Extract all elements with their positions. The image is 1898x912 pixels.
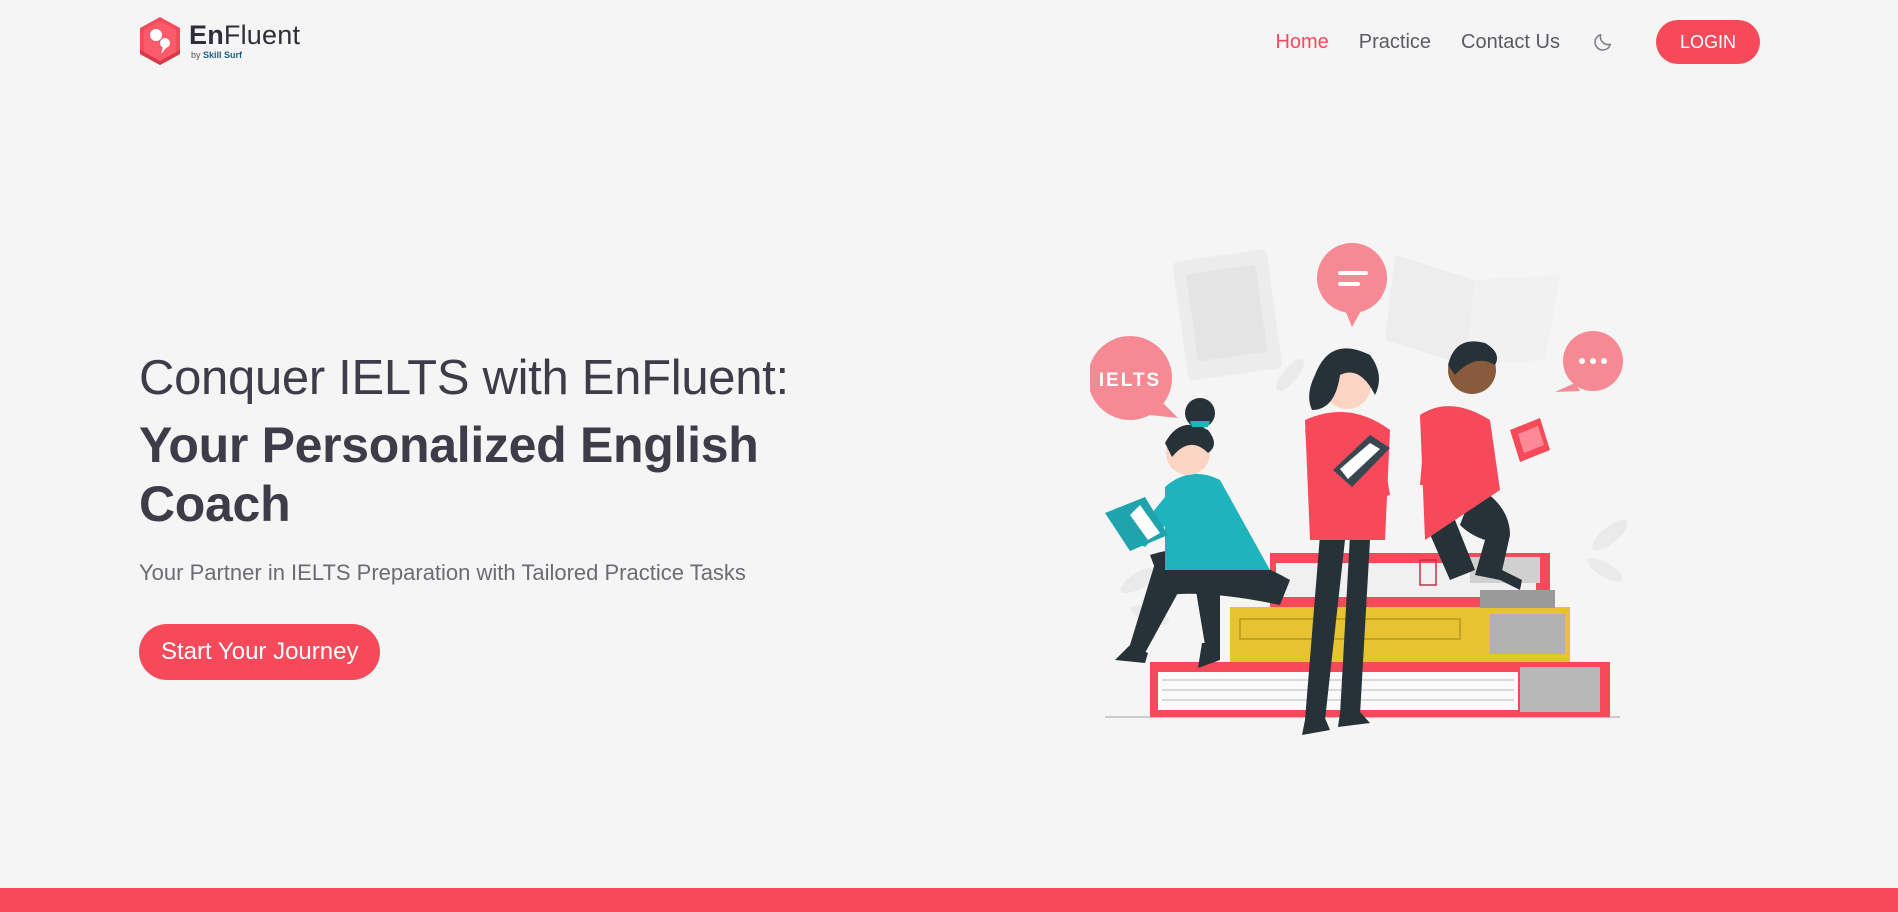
ielts-bubble: IELTS [1090, 336, 1178, 420]
enfluent-logo-icon [140, 17, 180, 65]
logo-text: EnFluent by Skill Surf [189, 22, 300, 60]
header: EnFluent by Skill Surf Home Practice Con… [0, 0, 1898, 84]
chat-bubble-lines [1317, 243, 1387, 327]
hero-illustration: IELTS [1090, 243, 1628, 735]
reader-man [1420, 341, 1550, 590]
svg-text:IELTS: IELTS [1099, 370, 1161, 391]
start-journey-button[interactable]: Start Your Journey [139, 623, 381, 680]
hero-subtitle-heading: Your Personalized English Coach [139, 416, 759, 532]
hero-description: Your Partner in IELTS Preparation with T… [139, 559, 746, 585]
footer-accent-bar [0, 888, 1898, 912]
brand-subtitle: by Skill Surf [191, 50, 243, 60]
login-button[interactable]: LOGIN [1655, 20, 1760, 64]
moon-icon [1594, 33, 1612, 51]
main-nav: Home Practice Contact Us LOGIN [1275, 20, 1760, 64]
nav-practice[interactable]: Practice [1359, 31, 1431, 54]
logo-link[interactable]: EnFluent by Skill Surf [139, 15, 300, 67]
brand-name: EnFluent [189, 20, 301, 50]
chat-bubble-dots [1555, 331, 1623, 392]
page: EnFluent by Skill Surf Home Practice Con… [0, 0, 1898, 912]
nav-contact-us[interactable]: Contact Us [1461, 31, 1560, 54]
hero-section: Conquer IELTS with EnFluent: Your Person… [139, 350, 899, 680]
nav-home[interactable]: Home [1275, 31, 1328, 54]
hero-title: Conquer IELTS with EnFluent: [139, 351, 789, 405]
theme-toggle-button[interactable] [1592, 31, 1614, 53]
